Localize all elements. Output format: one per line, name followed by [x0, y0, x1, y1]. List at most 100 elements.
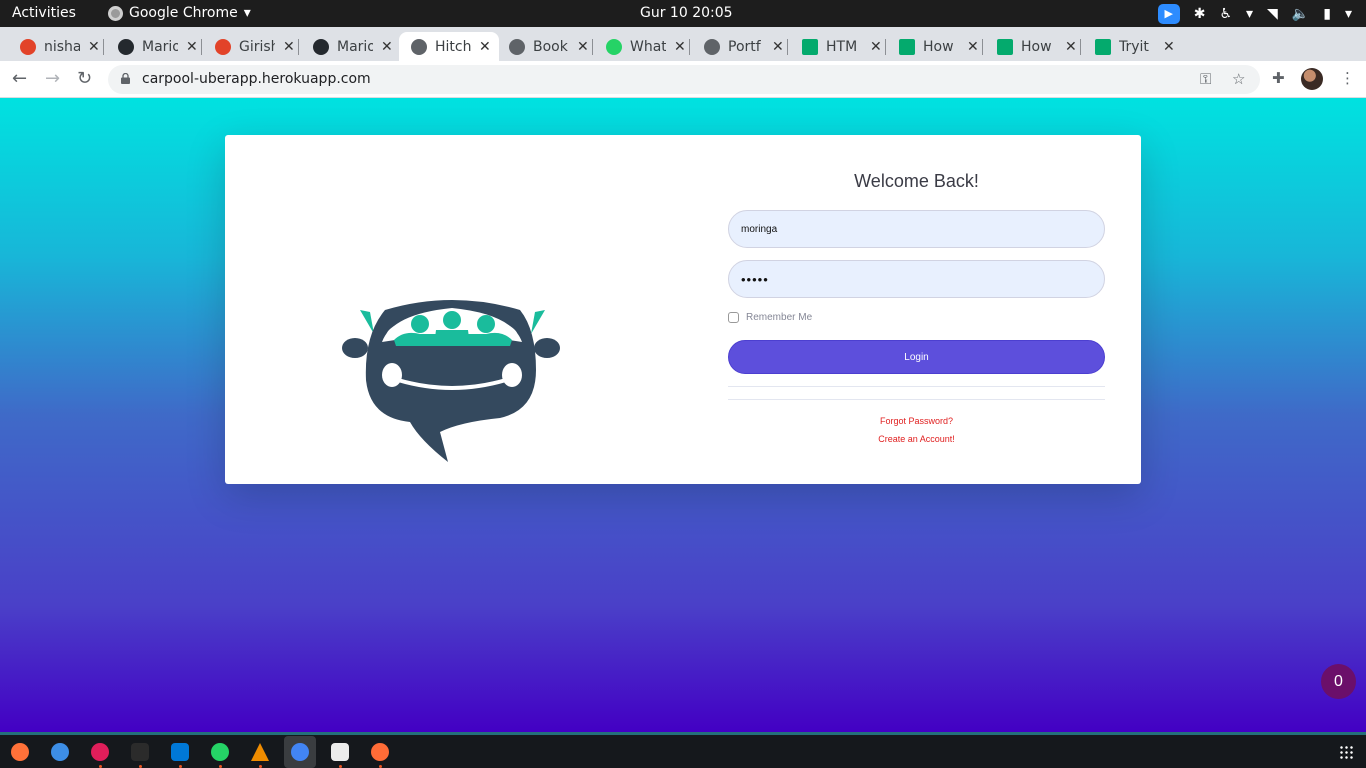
- whatsapp-icon: [606, 38, 622, 55]
- tab-title: Tryit: [1119, 38, 1149, 55]
- tab-9[interactable]: HTM ✕: [790, 32, 882, 61]
- slack-icon[interactable]: [91, 743, 109, 761]
- tab-1[interactable]: nisha ✕: [8, 32, 100, 61]
- reload-icon[interactable]: ↻: [77, 68, 92, 89]
- app-menu-label: Google Chrome: [129, 5, 238, 21]
- login-card: Welcome Back! moringa ••••• Remember Me …: [225, 135, 1141, 484]
- tab-7[interactable]: What ✕: [594, 32, 686, 61]
- tab-title: Mario: [142, 38, 178, 55]
- bookmark-star-icon[interactable]: ☆: [1232, 70, 1245, 88]
- forgot-password-link[interactable]: Forgot Password?: [728, 416, 1105, 426]
- tab-title: Book: [533, 38, 568, 55]
- close-tab-icon[interactable]: ✕: [88, 39, 100, 55]
- tab-strip: nisha✕Mario✕Girish✕Mario✕Hitch✕Book✕What…: [0, 27, 1366, 81]
- remember-me-label: Remember Me: [746, 312, 813, 323]
- tab-3[interactable]: Girish ✕: [203, 32, 295, 61]
- page-background: Welcome Back! moringa ••••• Remember Me …: [0, 98, 1366, 732]
- show-applications-icon[interactable]: [1339, 745, 1353, 759]
- extensions-icon[interactable]: ✚: [1272, 69, 1285, 87]
- w3schools-icon: [802, 38, 818, 55]
- page-title: Welcome Back!: [854, 171, 979, 191]
- tab-separator: [689, 39, 690, 55]
- key-icon[interactable]: ⚿: [1200, 70, 1211, 88]
- profile-avatar[interactable]: [1301, 68, 1323, 90]
- browser-toolbar: ← → ↻ carpool-uberapp.herokuapp.com ⚿ ☆ …: [0, 61, 1366, 98]
- close-tab-icon[interactable]: ✕: [1163, 39, 1175, 55]
- divider: [728, 399, 1105, 400]
- password-field[interactable]: •••••: [728, 260, 1105, 298]
- tab-10[interactable]: How ✕: [887, 32, 979, 61]
- system-tray[interactable]: ▶ ✱ ♿ ▾ ◥ 🔈 ▮ ▾: [1157, 3, 1352, 24]
- close-tab-icon[interactable]: ✕: [283, 39, 295, 55]
- vlc-icon[interactable]: [251, 743, 269, 761]
- postman-icon[interactable]: [371, 743, 389, 761]
- close-tab-icon[interactable]: ✕: [577, 39, 589, 55]
- close-tab-icon[interactable]: ✕: [967, 39, 979, 55]
- remember-me-checkbox[interactable]: [728, 312, 739, 323]
- vscode-icon[interactable]: [171, 743, 189, 761]
- create-account-link[interactable]: Create an Account!: [728, 434, 1105, 444]
- tab-title: HTM: [826, 38, 858, 55]
- lock-icon: [121, 73, 130, 84]
- username-field[interactable]: moringa: [728, 210, 1105, 248]
- tab-2[interactable]: Mario ✕: [106, 32, 198, 61]
- notification-badge[interactable]: 0: [1321, 664, 1356, 699]
- tab-4[interactable]: Mario ✕: [301, 32, 393, 61]
- activities-button[interactable]: Activities: [12, 5, 76, 21]
- accessibility-icon[interactable]: ♿: [1219, 6, 1232, 22]
- forward-icon[interactable]: →: [45, 68, 60, 89]
- globe-icon: [509, 38, 525, 55]
- files-icon[interactable]: [331, 743, 349, 761]
- login-button[interactable]: Login: [728, 340, 1105, 374]
- tab-title: Hitch: [435, 38, 471, 55]
- globe-icon: [704, 38, 720, 55]
- back-icon[interactable]: ←: [12, 68, 27, 89]
- tab-title: Mario: [337, 38, 373, 55]
- close-tab-icon[interactable]: ✕: [1065, 39, 1077, 55]
- close-tab-icon[interactable]: ✕: [674, 39, 686, 55]
- wifi-icon: ◥: [1267, 5, 1278, 22]
- tab-separator: [201, 39, 202, 55]
- zoom-icon[interactable]: ▶: [1157, 3, 1180, 24]
- w3schools-icon: [1095, 38, 1111, 55]
- tab-8[interactable]: Portf ✕: [692, 32, 784, 61]
- tab-12[interactable]: Tryit ✕: [1083, 32, 1175, 61]
- globe-icon: [411, 38, 427, 55]
- battery-icon: ▮: [1323, 5, 1331, 22]
- clock[interactable]: Gur 10 20:05: [640, 5, 733, 21]
- tab-separator: [1080, 39, 1081, 55]
- remember-me[interactable]: Remember Me: [728, 312, 812, 323]
- tab-11[interactable]: How ✕: [985, 32, 1077, 61]
- slack-tray-icon[interactable]: ✱: [1194, 6, 1206, 22]
- close-tab-icon[interactable]: ✕: [186, 39, 198, 55]
- volume-icon: 🔈: [1291, 5, 1310, 22]
- divider: [728, 386, 1105, 387]
- tab-title: Portf: [728, 38, 761, 55]
- dock: [0, 732, 1366, 768]
- help-icon[interactable]: [51, 743, 69, 761]
- tab-6[interactable]: Book ✕: [497, 32, 589, 61]
- more-menu-icon[interactable]: ⋮: [1340, 69, 1355, 87]
- chrome-icon: [108, 5, 123, 21]
- whatsapp-icon[interactable]: [211, 743, 229, 761]
- w3schools-icon: [899, 38, 915, 55]
- close-tab-icon[interactable]: ✕: [479, 39, 491, 55]
- address-bar[interactable]: carpool-uberapp.herokuapp.com ⚿ ☆: [108, 65, 1260, 94]
- app-menu[interactable]: Google Chrome ▾: [108, 5, 251, 21]
- terminal-icon[interactable]: [131, 743, 149, 761]
- chrome-icon[interactable]: [291, 743, 309, 761]
- url-text[interactable]: carpool-uberapp.herokuapp.com: [142, 71, 371, 87]
- tab-separator: [103, 39, 104, 55]
- tab-separator: [592, 39, 593, 55]
- tab-separator: [885, 39, 886, 55]
- close-tab-icon[interactable]: ✕: [772, 39, 784, 55]
- github-icon: [313, 38, 329, 55]
- gitlab-icon: [20, 38, 36, 55]
- close-tab-icon[interactable]: ✕: [381, 39, 393, 55]
- tab-separator: [787, 39, 788, 55]
- tab-5[interactable]: Hitch ✕: [399, 32, 499, 61]
- tab-title: What: [630, 38, 666, 55]
- tab-title: How: [1021, 38, 1052, 55]
- close-tab-icon[interactable]: ✕: [870, 39, 882, 55]
- firefox-icon[interactable]: [11, 743, 29, 761]
